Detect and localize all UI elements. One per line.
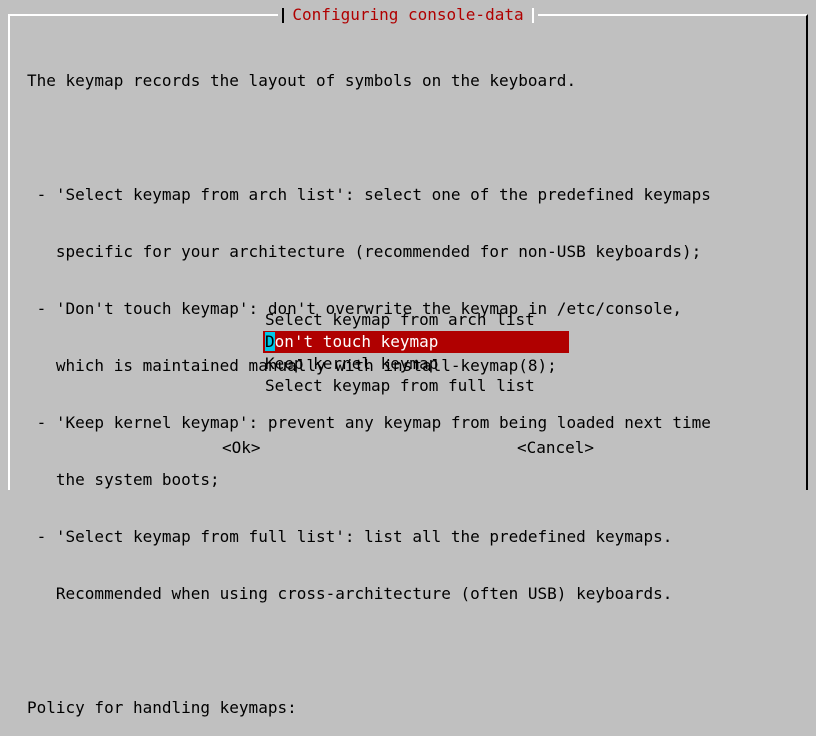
keymap-policy-menu: Select keymap from arch list Don't touch… [263, 309, 569, 397]
description-line: specific for your architecture (recommen… [27, 242, 702, 261]
menu-item-select-from-full-list[interactable]: Select keymap from full list [263, 375, 569, 397]
policy-prompt: Policy for handling keymaps: [27, 698, 297, 717]
menu-item-select-from-arch-list[interactable]: Select keymap from arch list [263, 309, 569, 331]
menu-item-keep-kernel-keymap[interactable]: Keep kernel keymap [263, 353, 569, 375]
description-line [27, 641, 807, 660]
description-line: - 'Keep kernel keymap': prevent any keym… [27, 413, 711, 432]
description-line: - 'Select keymap from full list': list a… [27, 527, 673, 546]
cancel-button[interactable]: <Cancel> [517, 438, 594, 457]
description-line: Recommended when using cross-architectur… [27, 584, 673, 603]
menu-item-dont-touch-keymap[interactable]: Don't touch keymap [263, 331, 569, 353]
description-line: The keymap records the layout of symbols… [27, 71, 577, 90]
dialog-title: Configuring console-data [292, 5, 524, 24]
menu-cursor: D [265, 332, 275, 351]
dialog-title-box: Configuring console-data [278, 5, 538, 24]
title-right-edge [531, 8, 534, 23]
description-line: the system boots; [27, 470, 220, 489]
ok-button[interactable]: <Ok> [222, 438, 261, 457]
description-line [27, 128, 807, 147]
description-line: - 'Select keymap from arch list': select… [27, 185, 711, 204]
menu-item-label: on't touch keymap [274, 332, 439, 351]
